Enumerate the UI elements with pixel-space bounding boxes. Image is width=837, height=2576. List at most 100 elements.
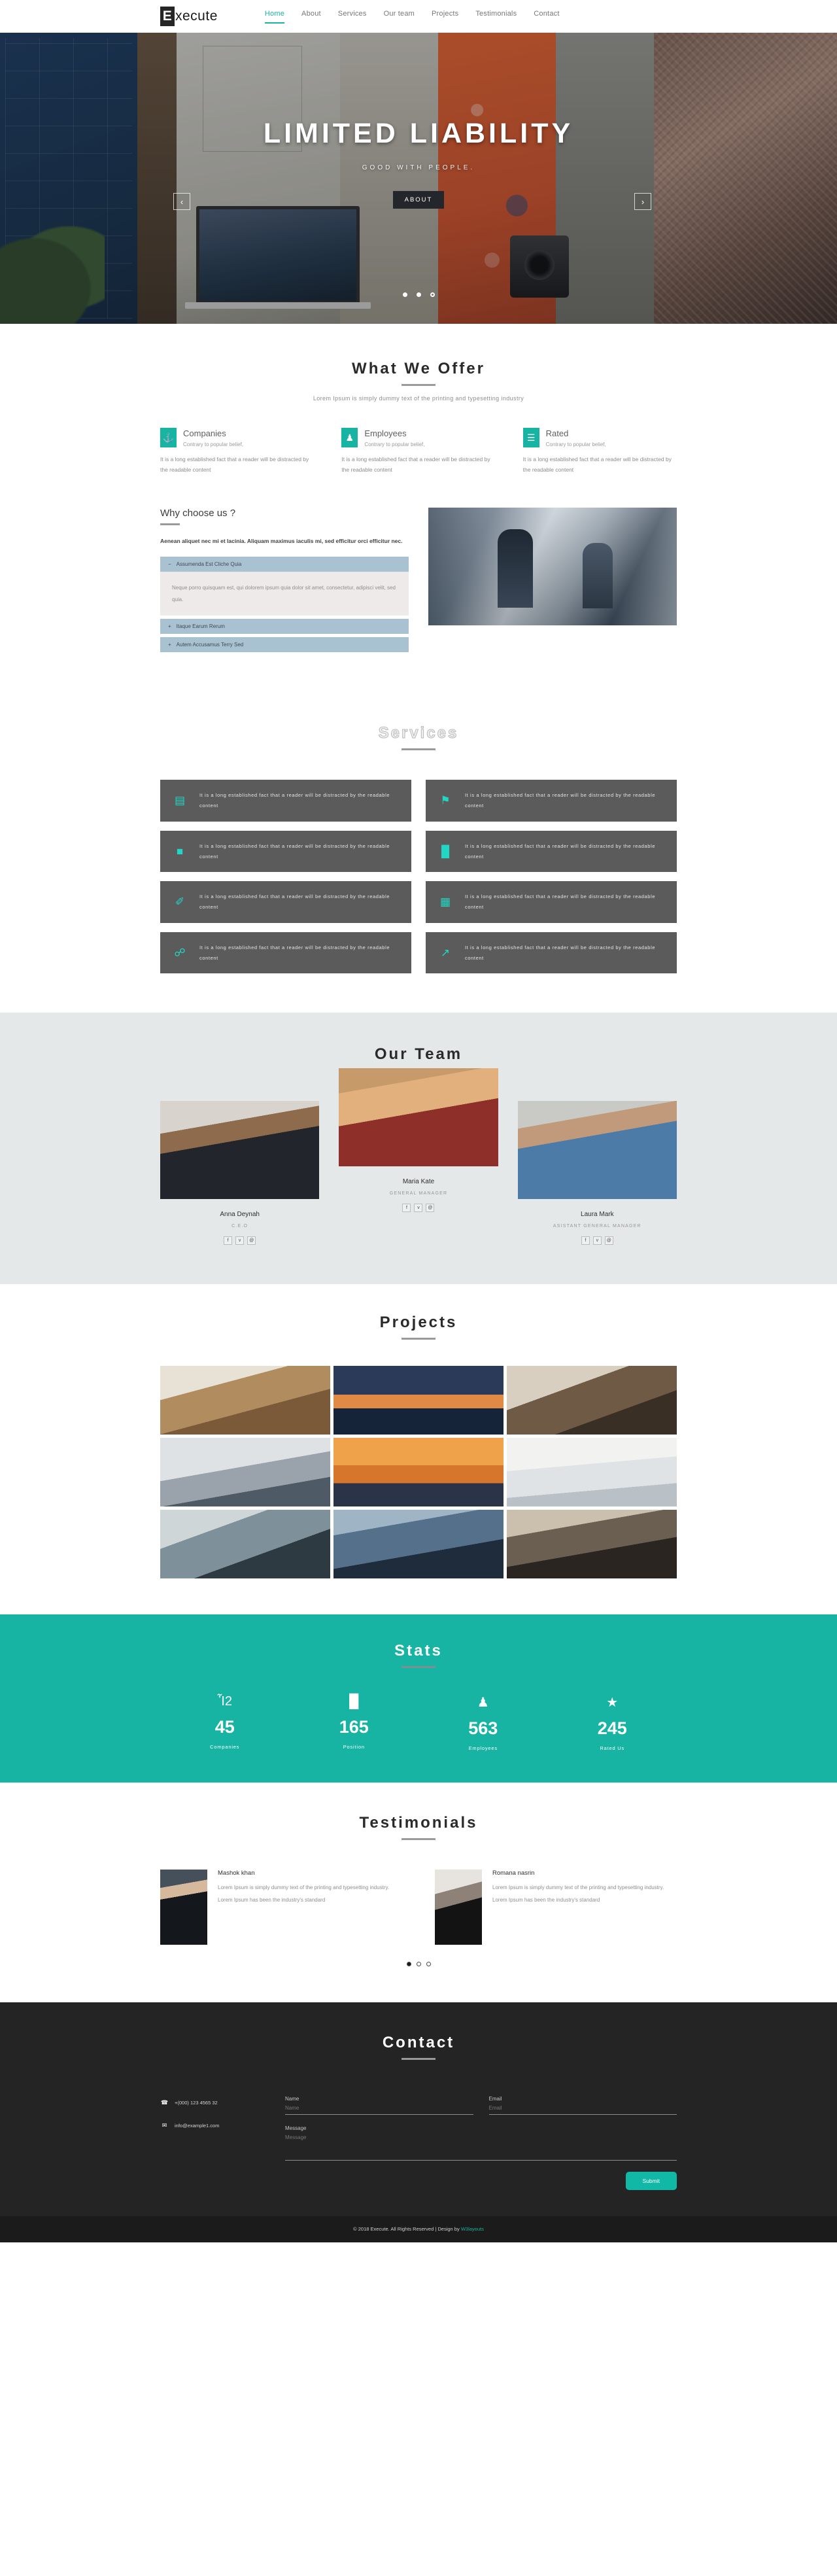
accordion-header[interactable]: − Assumenda Est Cliche Quia [160, 557, 409, 572]
dribbble-icon[interactable]: @ [426, 1204, 435, 1213]
service-text: It is a long established fact that a rea… [199, 843, 390, 860]
testimonial-text: Lorem Ipsum is simply dummy text of the … [492, 1885, 664, 1903]
service-box[interactable]: ▦ It is a long established fact that a re… [426, 881, 677, 923]
service-box[interactable]: █ It is a long established fact that a re… [426, 830, 677, 873]
team-member-social: f ᴠ @ [339, 1204, 498, 1213]
nav-item-services[interactable]: Services [338, 10, 367, 24]
contact-section: Contact ☎ +(000) 123 4565 32 ✉ info@exam… [0, 2002, 837, 2217]
team-member-card: Maria Kate GENERAL MANAGER f ᴠ @ [339, 1068, 498, 1213]
carousel-dot-active[interactable] [430, 292, 435, 297]
team-member-card: Laura Mark ASISTANT GENERAL MANAGER f ᴠ @ [517, 1101, 677, 1245]
projects-section: Projects [0, 1284, 837, 1615]
stats-grid: Ἶ2 45 Companies █ 165 Position ♟ 563 Employees ★ 2… [160, 1694, 677, 1751]
service-box[interactable]: ▤ It is a long established fact that a re… [160, 780, 411, 822]
contact-info: ☎ +(000) 123 4565 32 ✉ info@example1.com [160, 2096, 268, 2190]
accordion-item: + Itaque Earum Rerum [160, 619, 409, 635]
clipboard-icon: ☰ [522, 428, 539, 447]
briefcase-icon: ■ [176, 844, 184, 858]
why-lead-text: Aenean aliquet nec mi et lacinia. Aliqua… [160, 538, 403, 545]
project-thumbnail[interactable] [160, 1510, 330, 1579]
title-rule [401, 1338, 436, 1340]
nav-item-contact[interactable]: Contact [534, 10, 559, 24]
nav-item-our-team[interactable]: Our team [384, 10, 415, 24]
testimonial-dot[interactable] [426, 1962, 431, 1967]
offer-card: ☰ Rated Contrary to popular belief, It is a… [522, 428, 677, 475]
accordion: − Assumenda Est Cliche Quia Neque porro qu… [160, 557, 409, 653]
carousel-dot[interactable] [402, 292, 407, 297]
project-thumbnail[interactable] [333, 1438, 504, 1507]
dribbble-icon[interactable]: @ [604, 1236, 613, 1245]
accordion-header[interactable]: + Itaque Earum Rerum [160, 619, 409, 635]
why-title: Why choose us ? [160, 508, 236, 519]
email-field-wrap: Email [488, 2096, 677, 2115]
service-text: It is a long established fact that a rea… [199, 894, 390, 911]
carousel-prev-button[interactable]: ‹ [173, 193, 190, 210]
carousel-dot[interactable] [416, 292, 421, 297]
team-member-card: Anna Deynah C.E.O f ᴠ @ [160, 1101, 320, 1245]
team-member-name: Anna Deynah [220, 1211, 260, 1219]
users-group-icon: ♟ [477, 1696, 489, 1711]
team-member-photo [160, 1101, 320, 1200]
project-thumbnail[interactable] [160, 1438, 330, 1507]
services-grid: ▤ It is a long established fact that a re… [160, 780, 677, 974]
contact-title: Contact [382, 2034, 455, 2052]
facebook-icon[interactable]: f [402, 1204, 411, 1213]
twitter-icon[interactable]: ᴠ [235, 1236, 245, 1245]
phone-icon: ☎ [160, 2099, 169, 2106]
facebook-icon[interactable]: f [224, 1236, 233, 1245]
service-box[interactable]: ✐ It is a long established fact that a re… [160, 881, 411, 923]
facebook-icon[interactable]: f [581, 1236, 590, 1245]
logo[interactable]: E xecute [160, 7, 218, 26]
envelope-icon: ✉ [162, 2122, 167, 2129]
project-thumbnail[interactable] [507, 1366, 677, 1435]
project-thumbnail[interactable] [160, 1366, 330, 1435]
accordion-header[interactable]: + Autem Accusamus Terry Sed [160, 637, 409, 653]
accordion-toggle-icon: + [168, 623, 171, 630]
title-rule [401, 2058, 436, 2061]
offer-card-tagline: Contrary to popular belief, [545, 442, 606, 447]
stat-label: Employees [468, 1745, 498, 1752]
offer-card-tagline: Contrary to popular belief, [183, 442, 244, 447]
site-footer: © 2018 Execute. All Rights Reserved | De… [0, 2216, 837, 2243]
testimonial-dot[interactable] [416, 1962, 421, 1967]
nav-item-home[interactable]: Home [264, 10, 285, 24]
testimonial-author: Romana nasrin [492, 1870, 535, 1877]
contact-email-value: info@example1.com [175, 2123, 220, 2129]
message-input[interactable] [285, 2125, 677, 2161]
stat-value: 563 [468, 1718, 498, 1739]
accordion-item: − Assumenda Est Cliche Quia Neque porro qu… [160, 557, 409, 616]
offer-card: ♟ Employees Contrary to popular belief, It … [341, 428, 495, 475]
dribbble-icon[interactable]: @ [247, 1236, 256, 1245]
testimonials-section: Testimonials Mashok khan Lorem Ipsum is s… [0, 1783, 837, 2003]
testimonials-dots [160, 1962, 677, 1967]
building-icon: Ἶ2 [217, 1694, 233, 1709]
twitter-icon[interactable]: ᴠ [414, 1204, 423, 1213]
footer-designer-link[interactable]: W3layouts [461, 2226, 484, 2232]
submit-button[interactable]: Submit [625, 2172, 677, 2191]
project-thumbnail[interactable] [507, 1438, 677, 1507]
project-thumbnail[interactable] [333, 1510, 504, 1579]
nav-item-projects[interactable]: Projects [432, 10, 458, 24]
name-input[interactable] [285, 2096, 473, 2115]
email-input[interactable] [488, 2096, 677, 2115]
carousel-next-button[interactable]: › [634, 193, 651, 210]
offer-card-tagline: Contrary to popular belief, [364, 442, 425, 447]
our-team-section: Our Team Anna Deynah C.E.O f ᴠ @ Maria Kate GE… [0, 1013, 837, 1285]
pen-icon: ✐ [175, 896, 185, 909]
service-box[interactable]: ⚑ It is a long established fact that a re… [426, 780, 677, 822]
testimonial-dot-active[interactable] [406, 1962, 411, 1967]
why-choose-us-section: Why choose us ? Aenean aliquet nec mi et… [0, 495, 837, 701]
service-box[interactable]: ↗ It is a long established fact that a re… [426, 931, 677, 974]
accordion-item: + Autem Accusamus Terry Sed [160, 637, 409, 653]
nav-item-testimonials[interactable]: Testimonials [475, 10, 517, 24]
hero-title: LIMITED LIABILITY [263, 118, 574, 149]
nav-item-about[interactable]: About [301, 10, 321, 24]
message-label: Message [285, 2125, 307, 2132]
project-thumbnail[interactable] [333, 1366, 504, 1435]
hero-about-button[interactable]: ABOUT [392, 191, 445, 209]
projects-grid [160, 1366, 677, 1579]
service-box[interactable]: ☍ It is a long established fact that a re… [160, 931, 411, 974]
service-box[interactable]: ■ It is a long established fact that a re… [160, 830, 411, 873]
twitter-icon[interactable]: ᴠ [592, 1236, 602, 1245]
project-thumbnail[interactable] [507, 1510, 677, 1579]
